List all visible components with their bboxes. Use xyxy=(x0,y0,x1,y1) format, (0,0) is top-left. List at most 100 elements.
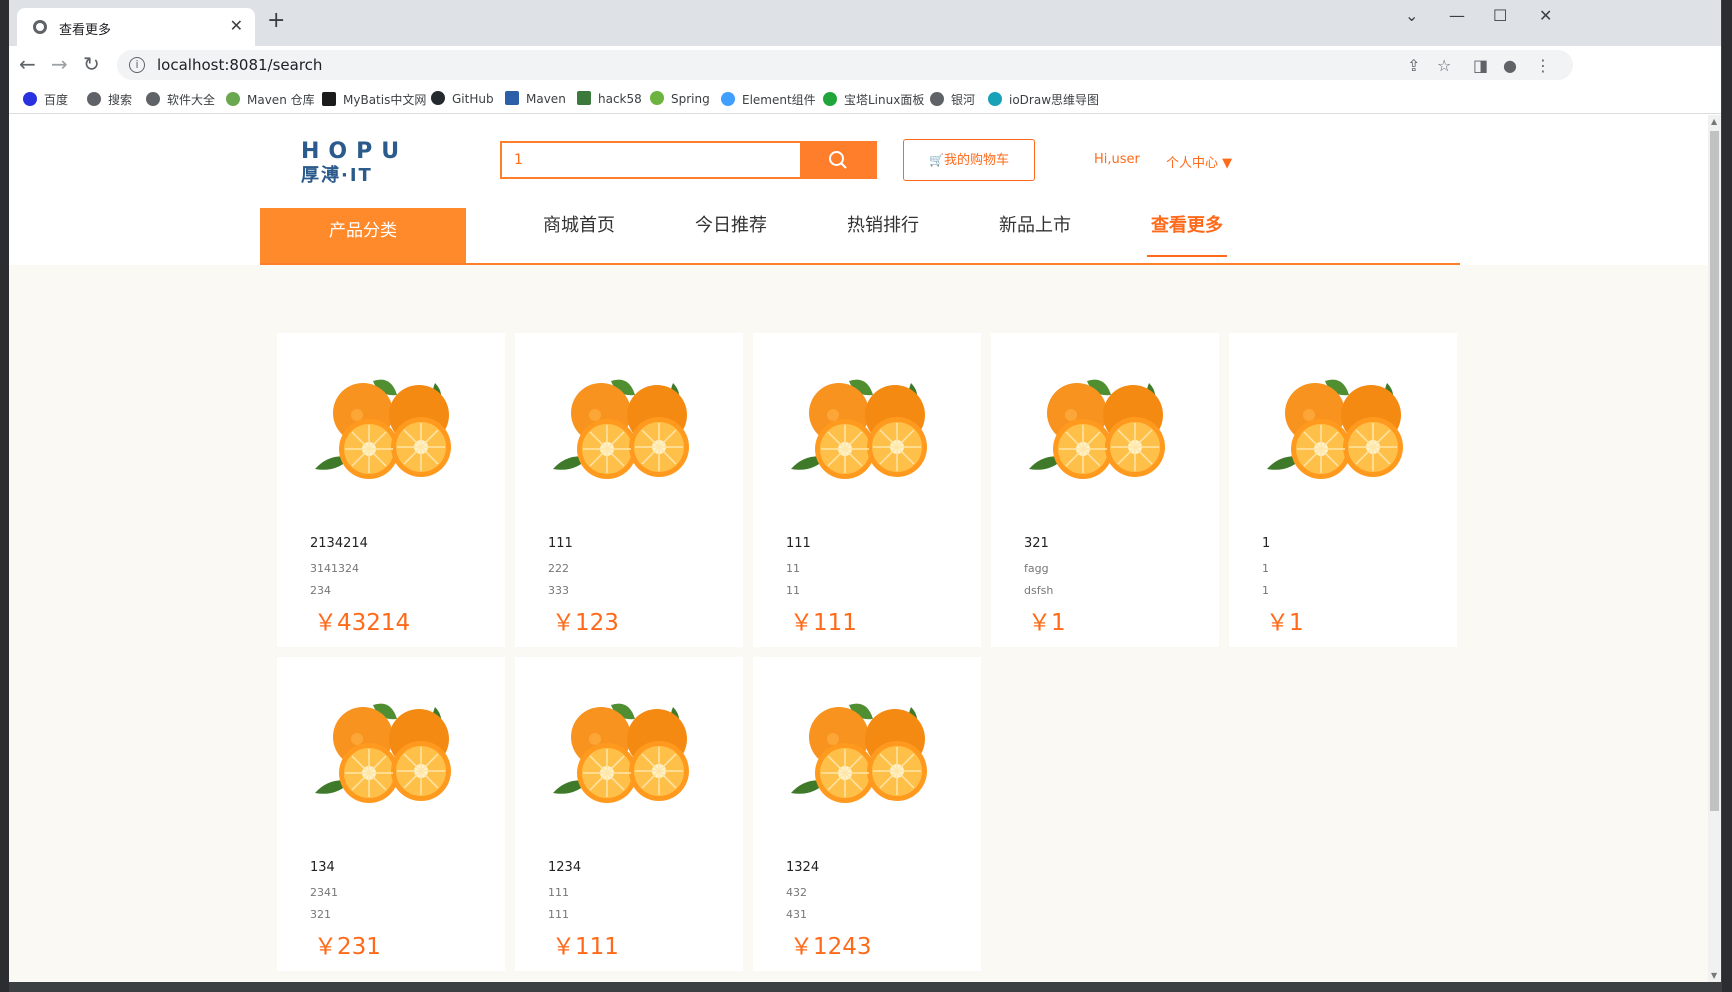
globe-icon xyxy=(33,20,47,34)
close-tab-icon[interactable]: ✕ xyxy=(230,16,243,35)
nav-category[interactable]: 产品分类 xyxy=(260,208,466,263)
search-icon xyxy=(829,151,847,169)
product-card[interactable]: 2134214 3141324 234 ￥43214 xyxy=(277,333,505,647)
product-desc: 2341 xyxy=(310,886,338,899)
orange-product-image xyxy=(545,697,695,809)
product-card[interactable]: 111 222 333 ￥123 xyxy=(515,333,743,647)
profile-avatar-icon[interactable]: ● xyxy=(1503,56,1517,75)
nav-recommend[interactable]: 今日推荐 xyxy=(695,208,767,263)
product-desc: 431 xyxy=(786,908,807,921)
product-desc: 111 xyxy=(548,908,569,921)
minimize-button[interactable]: — xyxy=(1449,6,1465,25)
bookmark-item[interactable]: Maven 仓库 xyxy=(226,91,315,108)
tab-search-icon[interactable]: ⌄ xyxy=(1405,6,1418,25)
browser-window: 查看更多 ✕ + ⌄ — ☐ ✕ ← → ↻ i localhost:8081/… xyxy=(9,0,1721,982)
bookmark-favicon-icon xyxy=(505,91,519,105)
forward-arrow-icon[interactable]: → xyxy=(51,52,68,76)
product-desc: 11 xyxy=(786,562,800,575)
reload-icon[interactable]: ↻ xyxy=(83,52,100,76)
product-desc: 234 xyxy=(310,584,331,597)
product-card[interactable]: 1 1 1 ￥1 xyxy=(1229,333,1457,647)
bookmark-item[interactable]: 软件大全 xyxy=(146,91,215,108)
product-card[interactable]: 321 fagg dsfsh ￥1 xyxy=(991,333,1219,647)
menu-kebab-icon[interactable]: ⋮ xyxy=(1535,56,1551,75)
orange-product-image xyxy=(307,373,457,485)
tab-title: 查看更多 xyxy=(59,23,112,38)
product-card[interactable]: 134 2341 321 ￥231 xyxy=(277,657,505,971)
product-card[interactable]: 1234 111 111 ￥111 xyxy=(515,657,743,971)
bookmark-favicon-icon xyxy=(146,92,160,106)
product-desc: 11 xyxy=(786,584,800,597)
product-card[interactable]: 1324 432 431 ￥1243 xyxy=(753,657,981,971)
bookmark-item[interactable]: 搜索 xyxy=(87,91,132,108)
logo-english: HOPU xyxy=(301,139,409,164)
product-name: 111 xyxy=(548,536,573,551)
product-price: ￥111 xyxy=(552,934,619,960)
product-name: 1324 xyxy=(786,860,820,875)
orange-product-image xyxy=(783,697,933,809)
new-tab-button[interactable]: + xyxy=(267,10,285,32)
logo-chinese: 厚溥·IT xyxy=(301,165,373,186)
product-price: ￥43214 xyxy=(314,610,411,636)
bookmark-item[interactable]: MyBatis中文网 xyxy=(322,91,426,108)
bookmark-item[interactable]: 宝塔Linux面板 xyxy=(823,91,924,108)
product-price: ￥111 xyxy=(790,610,857,636)
address-bar[interactable]: i localhost:8081/search xyxy=(117,50,1573,80)
bookmark-favicon-icon xyxy=(322,92,336,106)
bookmark-favicon-icon xyxy=(226,92,240,106)
product-price: ￥1 xyxy=(1266,610,1304,636)
nav-more[interactable]: 查看更多 xyxy=(1147,208,1227,263)
user-center-menu[interactable]: 个人中心 ▼ xyxy=(1166,152,1232,171)
nav-new[interactable]: 新品上市 xyxy=(999,208,1071,263)
bookmark-item[interactable]: ioDraw思维导图 xyxy=(988,91,1099,108)
user-greeting[interactable]: Hi,user xyxy=(1094,152,1140,167)
product-desc: 1 xyxy=(1262,584,1269,597)
bookmark-item[interactable]: Spring xyxy=(650,91,710,106)
bookmark-item[interactable]: 银河 xyxy=(930,91,975,108)
desktop: 查看更多 ✕ + ⌄ — ☐ ✕ ← → ↻ i localhost:8081/… xyxy=(0,0,1732,992)
bookmark-item[interactable]: 百度 xyxy=(23,91,68,108)
product-desc: 432 xyxy=(786,886,807,899)
cart-label: 我的购物车 xyxy=(943,153,1009,168)
page-scrollbar[interactable]: ▲ ▼ xyxy=(1708,115,1721,982)
share-icon[interactable]: ⇪ xyxy=(1407,56,1420,75)
bookmark-item[interactable]: Element组件 xyxy=(721,91,816,108)
close-window-button[interactable]: ✕ xyxy=(1539,6,1552,25)
bookmark-item[interactable]: hack58 xyxy=(577,91,642,106)
bookmark-item[interactable]: Maven xyxy=(505,91,566,106)
cart-icon: 🛒 xyxy=(929,153,944,167)
page-viewport: HOPU 厚溥·IT 🛒我的购物车 Hi,user 个人中心 ▼ xyxy=(9,115,1708,982)
product-card[interactable]: 111 11 11 ￥111 xyxy=(753,333,981,647)
scroll-down-arrow-icon[interactable]: ▼ xyxy=(1711,971,1717,980)
back-arrow-icon[interactable]: ← xyxy=(19,52,36,76)
product-name: 2134214 xyxy=(310,536,368,551)
tab-active[interactable]: 查看更多 ✕ xyxy=(17,8,255,46)
url-text[interactable]: localhost:8081/search xyxy=(157,56,322,74)
scroll-up-arrow-icon[interactable]: ▲ xyxy=(1711,117,1717,126)
site-header: HOPU 厚溥·IT 🛒我的购物车 Hi,user 个人中心 ▼ xyxy=(9,115,1708,265)
cart-button[interactable]: 🛒我的购物车 xyxy=(903,139,1035,181)
site-info-icon[interactable]: i xyxy=(129,57,145,73)
product-name: 111 xyxy=(786,536,811,551)
product-name: 1234 xyxy=(548,860,582,875)
product-desc: 3141324 xyxy=(310,562,359,575)
bookmark-item[interactable]: GitHub xyxy=(431,91,494,106)
orange-product-image xyxy=(545,373,695,485)
main-nav: 产品分类 商城首页 今日推荐 热销排行 新品上市 查看更多 xyxy=(260,208,1460,265)
nav-hot[interactable]: 热销排行 xyxy=(847,208,919,263)
bookmark-star-icon[interactable]: ☆ xyxy=(1437,56,1451,75)
maximize-button[interactable]: ☐ xyxy=(1493,6,1507,25)
scrollbar-thumb[interactable] xyxy=(1710,131,1719,811)
bookmark-favicon-icon xyxy=(988,92,1002,106)
side-panel-icon[interactable]: ◨ xyxy=(1473,56,1488,75)
product-price: ￥1243 xyxy=(790,934,872,960)
search-button[interactable] xyxy=(800,141,877,179)
product-name: 321 xyxy=(1024,536,1049,551)
desktop-right-edge xyxy=(1722,0,1732,992)
product-desc: 1 xyxy=(1262,562,1269,575)
nav-home[interactable]: 商城首页 xyxy=(543,208,615,263)
product-desc: 222 xyxy=(548,562,569,575)
desktop-left-edge xyxy=(0,0,9,992)
bookmark-favicon-icon xyxy=(87,92,101,106)
site-logo[interactable]: HOPU 厚溥·IT xyxy=(301,141,425,189)
